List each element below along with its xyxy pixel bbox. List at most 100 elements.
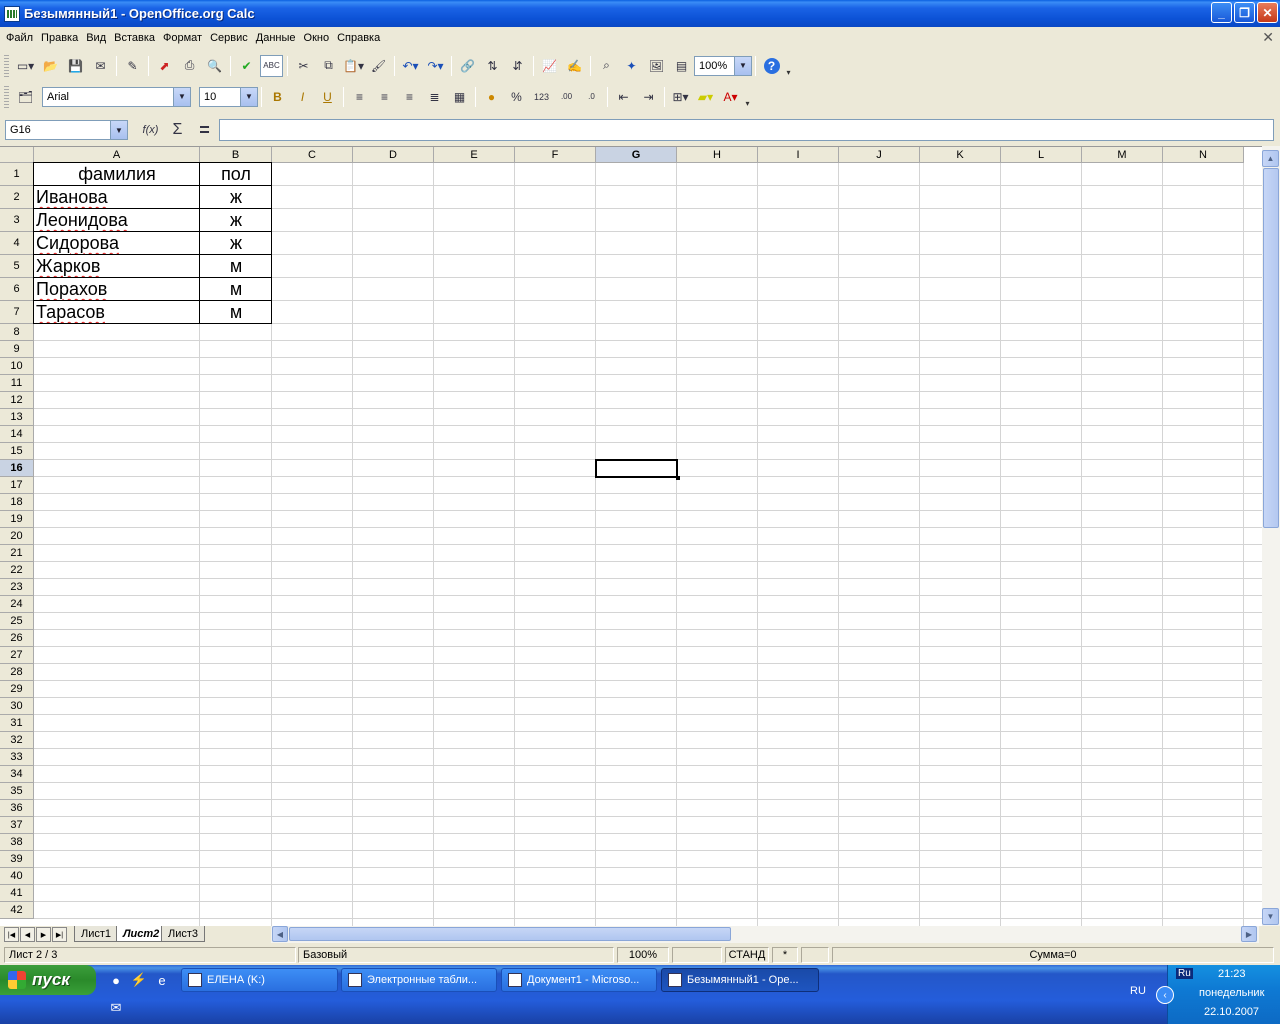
row-header-4[interactable]: 4	[0, 232, 34, 255]
row-header-28[interactable]: 28	[0, 664, 34, 681]
column-header-b[interactable]: B	[200, 147, 272, 163]
copy-icon[interactable]: ⧉	[317, 55, 340, 77]
export-pdf-icon[interactable]: ⬈	[153, 55, 176, 77]
sheet-tab-1[interactable]: Лист1	[74, 926, 119, 942]
row-header-39[interactable]: 39	[0, 851, 34, 868]
opera-icon[interactable]: ●	[107, 971, 125, 989]
select-all-corner[interactable]	[0, 147, 34, 163]
surname-cell[interactable]: Леонидова	[36, 209, 198, 232]
toolbar-grip[interactable]	[4, 54, 9, 77]
maximize-button[interactable]: ❐	[1234, 2, 1255, 23]
row-header-32[interactable]: 32	[0, 732, 34, 749]
gender-cell[interactable]: ж	[202, 186, 270, 209]
prev-sheet-icon[interactable]: ◀	[20, 927, 35, 942]
sheet-tab-3[interactable]: Лист3	[161, 926, 206, 942]
chevron-down-icon[interactable]: ▼	[734, 56, 751, 75]
row-header-23[interactable]: 23	[0, 579, 34, 596]
row-header-41[interactable]: 41	[0, 885, 34, 902]
cut-icon[interactable]: ✂	[292, 55, 315, 77]
header-cell[interactable]: фамилия	[36, 163, 198, 186]
function-icon[interactable]: =	[193, 119, 216, 141]
redo-icon[interactable]: ↷▾	[424, 55, 447, 77]
surname-cell[interactable]: Иванова	[36, 186, 198, 209]
row-header-10[interactable]: 10	[0, 358, 34, 375]
task-word-document1[interactable]: Документ1 - Microso...	[501, 968, 657, 992]
surname-cell[interactable]: Жарков	[36, 255, 198, 278]
gender-cell[interactable]: м	[202, 278, 270, 301]
row-header-3[interactable]: 3	[0, 209, 34, 232]
minimize-button[interactable]: _	[1211, 2, 1232, 23]
menu-edit[interactable]: Правка	[37, 32, 82, 44]
row-header-27[interactable]: 27	[0, 647, 34, 664]
scroll-up-icon[interactable]: ▲	[1262, 150, 1279, 167]
gender-cell[interactable]: м	[202, 301, 270, 324]
row-header-36[interactable]: 36	[0, 800, 34, 817]
row-header-20[interactable]: 20	[0, 528, 34, 545]
menu-file[interactable]: Файл	[2, 32, 37, 44]
format-paintbrush-icon[interactable]: 🖌	[367, 55, 390, 77]
print-icon[interactable]: ⎙	[178, 55, 201, 77]
show-hidden-icons-icon[interactable]: ‹	[1156, 986, 1174, 1004]
toolbar-grip[interactable]	[4, 85, 9, 108]
task-word-tables[interactable]: Электронные табли...	[341, 968, 497, 992]
menu-insert[interactable]: Вставка	[110, 32, 159, 44]
column-header-l[interactable]: L	[1001, 147, 1082, 163]
row-header-7[interactable]: 7	[0, 301, 34, 324]
menu-view[interactable]: Вид	[82, 32, 110, 44]
row-header-2[interactable]: 2	[0, 186, 34, 209]
add-decimal-icon[interactable]: .00	[555, 86, 578, 108]
row-header-19[interactable]: 19	[0, 511, 34, 528]
row-header-12[interactable]: 12	[0, 392, 34, 409]
column-header-k[interactable]: K	[920, 147, 1001, 163]
row-header-1[interactable]: 1	[0, 163, 34, 186]
menu-data[interactable]: Данные	[252, 32, 300, 44]
chevron-down-icon[interactable]: ▼	[173, 87, 190, 106]
row-header-8[interactable]: 8	[0, 324, 34, 341]
align-right-icon[interactable]: ≡	[398, 86, 421, 108]
navigator-icon[interactable]: ✦	[620, 55, 643, 77]
row-header-29[interactable]: 29	[0, 681, 34, 698]
row-header-14[interactable]: 14	[0, 426, 34, 443]
percent-format-icon[interactable]: %	[505, 86, 528, 108]
spreadsheet-grid[interactable]: A B C D E F G H I J K L M N 1 2 3 4 5 6 7 8 9 10 11 12 13 14 15 16 17 1…	[0, 146, 1262, 926]
row-header-31[interactable]: 31	[0, 715, 34, 732]
italic-icon[interactable]: I	[291, 86, 314, 108]
draw-functions-icon[interactable]: ✍	[563, 55, 586, 77]
outlook-express-icon[interactable]: ✉	[107, 999, 125, 1017]
status-zoom[interactable]: 100%	[617, 947, 669, 963]
help-icon[interactable]: ?	[760, 55, 783, 77]
task-calc-active[interactable]: Безымянный1 - Ope...	[661, 968, 819, 992]
sum-icon[interactable]: Σ	[166, 119, 189, 141]
row-header-18[interactable]: 18	[0, 494, 34, 511]
sort-ascending-icon[interactable]: ⇅	[481, 55, 504, 77]
menu-format[interactable]: Формат	[159, 32, 206, 44]
row-header-24[interactable]: 24	[0, 596, 34, 613]
find-replace-icon[interactable]: ⌕	[595, 55, 618, 77]
edit-file-icon[interactable]: ✎	[121, 55, 144, 77]
row-header-25[interactable]: 25	[0, 613, 34, 630]
remove-decimal-icon[interactable]: .0	[580, 86, 603, 108]
gallery-icon[interactable]: 🖼	[645, 55, 668, 77]
row-header-26[interactable]: 26	[0, 630, 34, 647]
vertical-scroll-thumb[interactable]	[1263, 168, 1279, 528]
column-header-a[interactable]: A	[34, 147, 200, 163]
header-cell[interactable]: пол	[202, 163, 270, 186]
column-header-e[interactable]: E	[434, 147, 515, 163]
internet-explorer-icon[interactable]: e	[153, 971, 171, 989]
close-button[interactable]: ✕	[1257, 2, 1278, 23]
gender-cell[interactable]: ж	[202, 232, 270, 255]
horizontal-scroll-thumb[interactable]	[289, 927, 731, 941]
row-header-30[interactable]: 30	[0, 698, 34, 715]
decrease-indent-icon[interactable]: ⇤	[612, 86, 635, 108]
email-icon[interactable]: ✉	[89, 55, 112, 77]
styles-icon[interactable]: 🗂	[14, 86, 37, 108]
font-size-select[interactable]: 10 ▼	[199, 86, 258, 107]
status-page-style[interactable]: Базовый	[298, 947, 614, 963]
currency-format-icon[interactable]: ●	[480, 86, 503, 108]
zoom-select[interactable]: 100% ▼	[694, 55, 752, 76]
sheet-tab-2[interactable]: Лист2	[116, 926, 167, 942]
column-header-m[interactable]: M	[1082, 147, 1163, 163]
column-header-h[interactable]: H	[677, 147, 758, 163]
underline-icon[interactable]: U	[316, 86, 339, 108]
chevron-down-icon[interactable]: ▼	[110, 121, 127, 139]
